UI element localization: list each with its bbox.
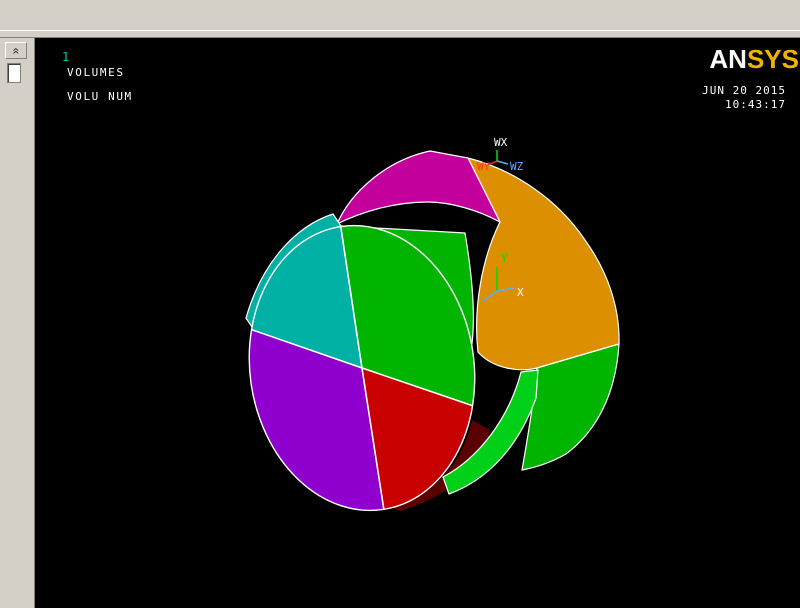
collapse-panel-button[interactable]: «	[5, 42, 27, 59]
working-plane-triad: WX WY WZ	[477, 136, 524, 173]
volume-back-side-orange[interactable]	[467, 157, 620, 371]
left-toolbar-strip: «	[0, 38, 35, 608]
collapse-chevrons-icon: «	[9, 47, 23, 54]
global-triad-x-label: X	[517, 286, 524, 299]
wp-triad-wx-label: WX	[494, 136, 508, 149]
top-toolbar-strip	[0, 0, 800, 38]
model-render-canvas[interactable]: WX WY WZ Y X	[35, 38, 800, 608]
ansys-application-window: « 1 VOLUMES VOLU NUM ANSYS JUN 20 2015 1…	[0, 0, 800, 608]
side-scrollbar-thumb[interactable]	[7, 63, 21, 83]
global-triad-y-label: Y	[501, 252, 508, 265]
toolbar-separator	[0, 30, 800, 31]
graphics-window[interactable]: 1 VOLUMES VOLU NUM ANSYS JUN 20 2015 10:…	[35, 38, 800, 608]
wp-triad-wz-label: WZ	[510, 160, 524, 173]
wp-triad-wy-label: WY	[477, 160, 491, 173]
